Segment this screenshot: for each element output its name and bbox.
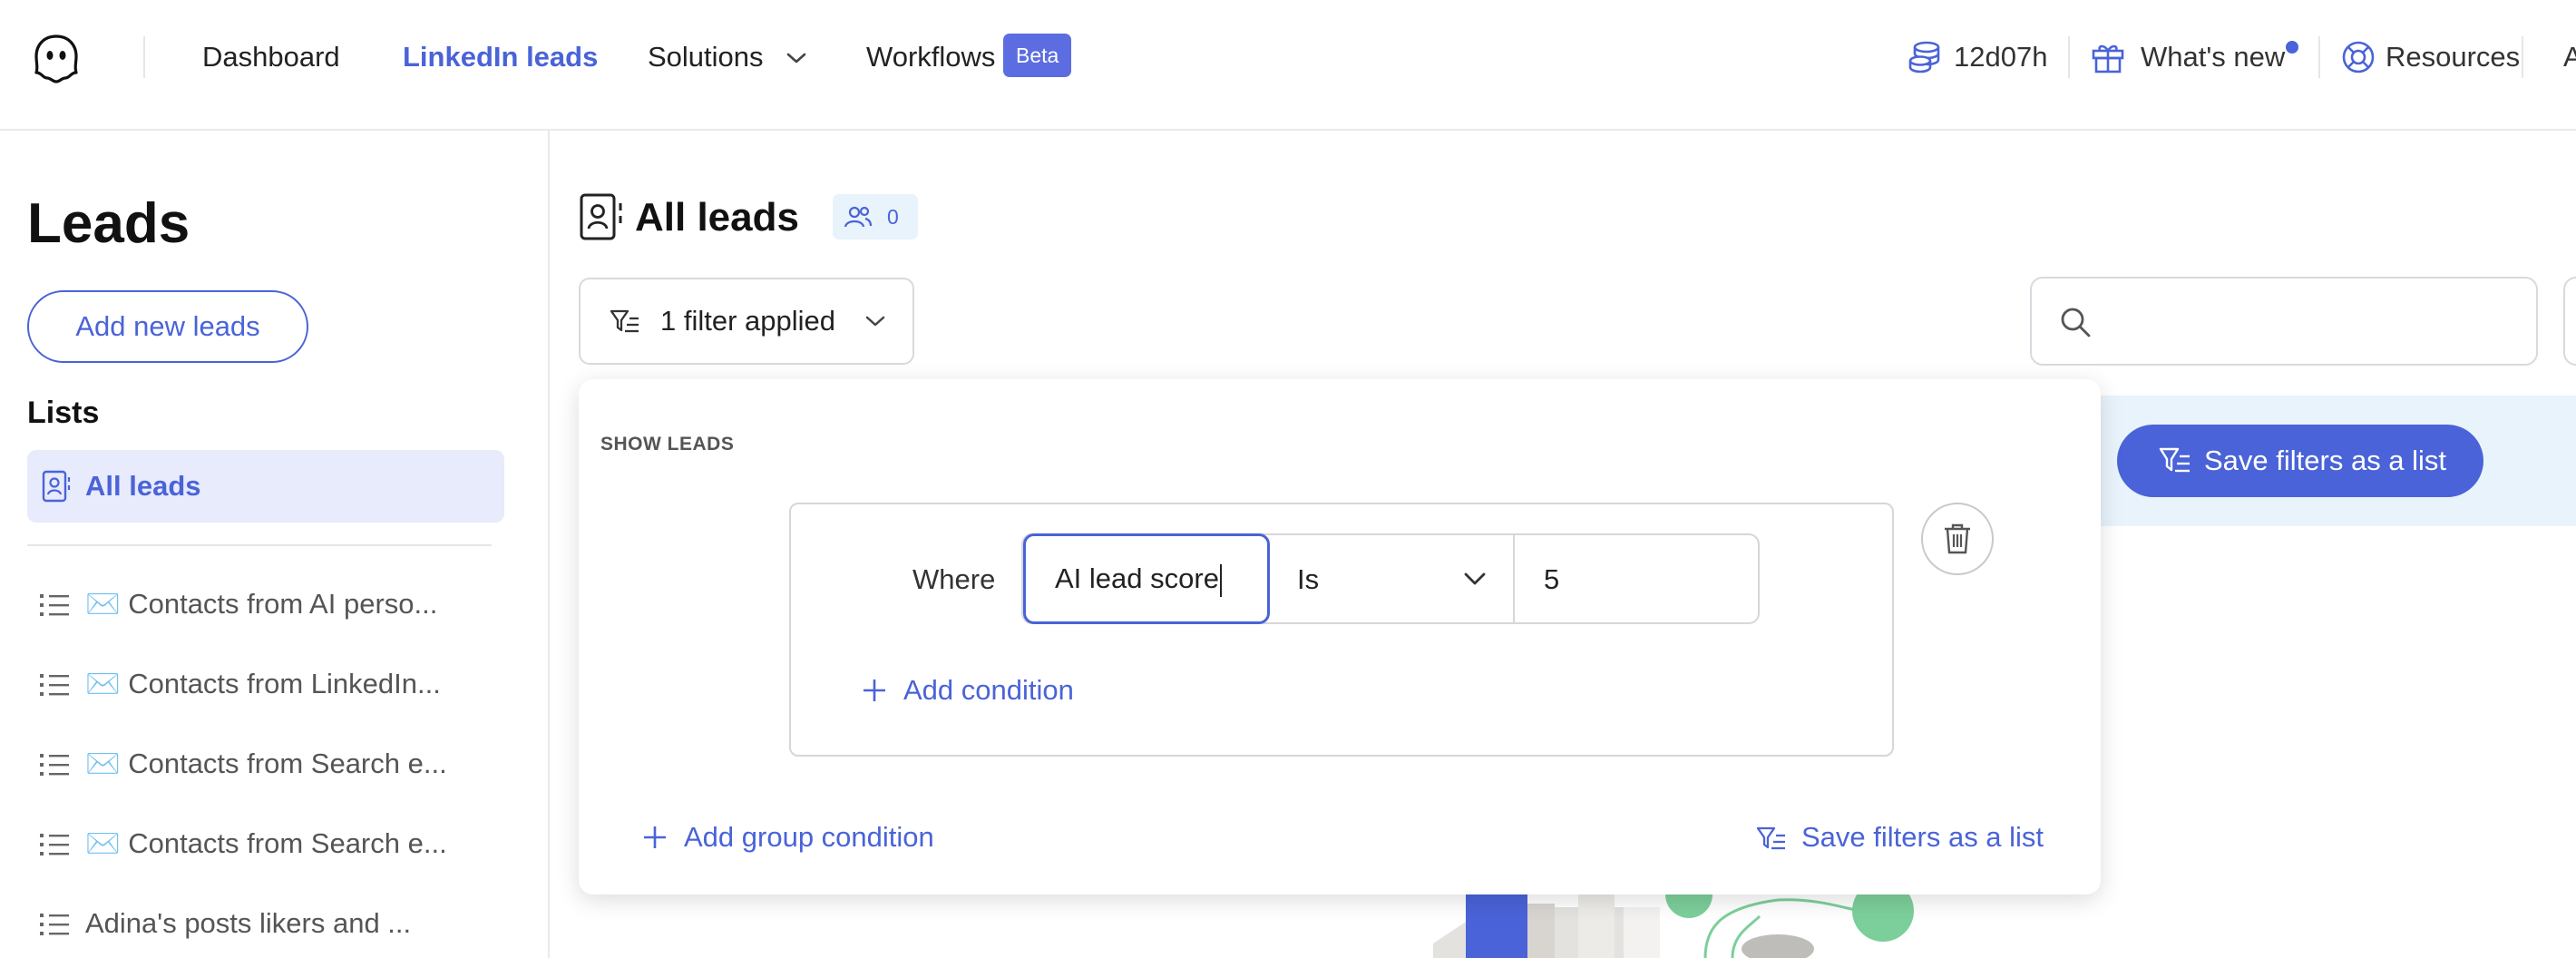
top-navigation: Dashboard LinkedIn leads Solutions Workf… [0, 0, 2576, 131]
field-value: AI lead score [1055, 562, 1219, 594]
gift-box-icon [2090, 39, 2126, 75]
field-selector[interactable]: AI lead score [1023, 533, 1270, 624]
beta-badge: Beta [1003, 34, 1072, 77]
save-filters-as-list-button[interactable]: Save filters as a list [2117, 425, 2483, 497]
notification-dot [2286, 41, 2298, 54]
sidebar-divider [27, 544, 492, 546]
list-title: All leads [635, 195, 799, 240]
filter-count-label: 1 filter applied [660, 305, 836, 337]
list-item-label: ✉️ Contacts from AI perso... [85, 588, 438, 620]
text-cursor [1219, 563, 1222, 597]
filter-panel-heading: SHOW LEADS [600, 434, 735, 455]
list-item-label: ✉️ Contacts from Search e... [85, 827, 447, 859]
sidebar-list-item[interactable]: ✉️ Contacts from Search e... [40, 745, 512, 783]
users-icon [844, 204, 873, 230]
nav-linkedin-leads[interactable]: LinkedIn leads [403, 36, 598, 78]
list-item-label: ✉️ Contacts from Search e... [85, 748, 447, 779]
filter-dropdown-button[interactable]: 1 filter applied [579, 278, 914, 365]
sidebar-list-item[interactable]: ✉️ Contacts from AI perso... [40, 585, 512, 623]
trash-icon [1945, 523, 1970, 554]
search-input[interactable] [2110, 297, 2513, 347]
add-group-condition-label: Add group condition [684, 821, 934, 853]
contact-card-icon [42, 470, 71, 503]
resources-link[interactable]: Resources [2386, 36, 2520, 78]
list-icon [40, 592, 71, 618]
chevron-down-icon[interactable] [1462, 570, 1488, 588]
sidebar-list-item[interactable]: ✉️ Contacts from LinkedIn... [40, 665, 512, 703]
save-filters-link-label: Save filters as a list [1801, 821, 2044, 853]
chevron-down-icon [864, 312, 887, 330]
nav-workflows[interactable]: Workflows [866, 36, 995, 78]
list-item-label: Adina's posts likers and ... [85, 907, 412, 939]
phantom-logo-icon[interactable] [27, 31, 85, 89]
value-input[interactable]: 5 [1544, 559, 1559, 601]
nav-dashboard[interactable]: Dashboard [202, 36, 340, 78]
nav-solutions[interactable]: Solutions [648, 36, 764, 78]
sidebar-list-item[interactable]: Adina's posts likers and ... [40, 904, 512, 943]
nav-divider [2522, 36, 2523, 78]
add-condition-label: Add condition [903, 674, 1074, 706]
nav-divider [143, 36, 145, 78]
sidebar-list-item[interactable]: ✉️ Contacts from Search e... [40, 825, 512, 863]
lead-count-badge: 0 [833, 194, 918, 240]
cut-off-control[interactable] [2563, 277, 2576, 366]
credits-remaining[interactable]: 12d07h [1954, 36, 2047, 78]
page-title: Leads [27, 192, 190, 255]
field-divider [1513, 535, 1515, 622]
contact-card-icon [579, 192, 624, 241]
coins-icon [1907, 39, 1943, 75]
list-icon [40, 672, 71, 698]
filter-icon [1756, 826, 1787, 853]
list-icon [40, 832, 71, 857]
nav-divider [2318, 36, 2320, 78]
search-icon [2059, 306, 2092, 338]
plus-icon [642, 825, 668, 850]
sidebar-item-label: All leads [85, 470, 201, 502]
list-icon [40, 752, 71, 777]
where-label: Where [912, 563, 996, 595]
chevron-down-icon[interactable] [785, 50, 807, 66]
delete-condition-button[interactable] [1921, 503, 1994, 575]
lists-heading: Lists [27, 396, 100, 430]
lead-count: 0 [887, 205, 899, 229]
whats-new-link[interactable]: What's new [2141, 36, 2285, 78]
filter-icon [2159, 446, 2191, 475]
save-filters-label: Save filters as a list [2204, 445, 2447, 476]
nav-divider [2068, 36, 2070, 78]
filter-icon [610, 308, 640, 336]
add-new-leads-button[interactable]: Add new leads [27, 290, 308, 363]
list-item-label: ✉️ Contacts from LinkedIn... [85, 668, 441, 699]
nav-cut-off-item[interactable]: A [2563, 36, 2576, 78]
lifebuoy-icon [2340, 39, 2376, 75]
search-field[interactable] [2030, 277, 2538, 366]
operator-value[interactable]: Is [1297, 559, 1319, 601]
plus-icon [862, 678, 887, 703]
list-icon [40, 912, 71, 937]
